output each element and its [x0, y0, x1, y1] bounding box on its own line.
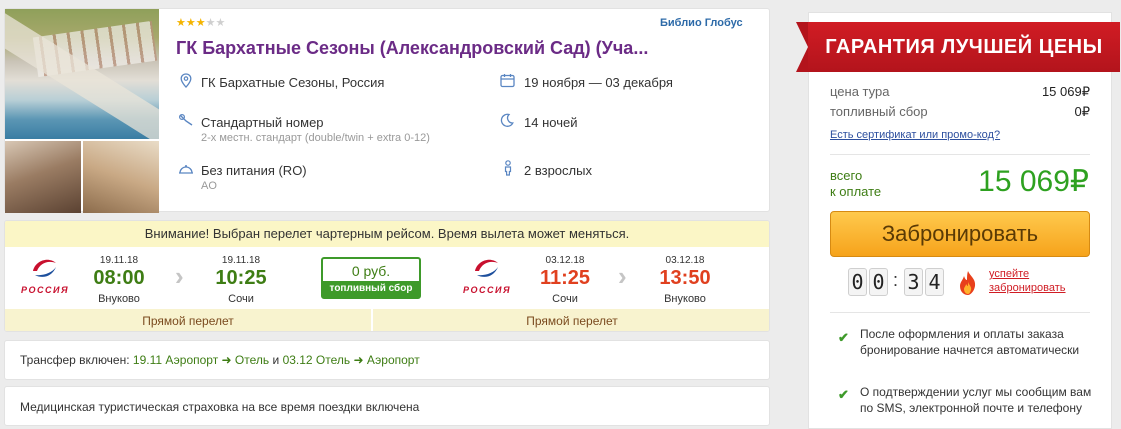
best-price-ribbon: ГАРАНТИЯ ЛУЧШЕЙ ЦЕНЫ	[796, 22, 1120, 72]
total-label-line2: к оплате	[830, 184, 882, 199]
room-type: Стандартный номер	[201, 115, 324, 130]
fuel-price-value: 0₽	[1074, 104, 1090, 119]
flight-card: Внимание! Выбран перелет чартерным рейсо…	[4, 220, 770, 332]
nights-count: 14 ночей	[524, 115, 578, 130]
guests-count: 2 взрослых	[524, 163, 592, 178]
fuel-fee-price: 0 руб.	[351, 263, 391, 279]
total-label: всего к оплате	[830, 168, 881, 200]
person-icon	[503, 160, 513, 179]
location-pin-icon	[180, 73, 192, 91]
fire-icon	[960, 271, 976, 295]
star-icon: ★	[195, 17, 206, 29]
return-dep-date: 03.12.18	[545, 255, 585, 266]
transfer-out: 19.11 Аэропорт ➜ Отель	[132, 353, 270, 367]
hotel-title[interactable]: ГК Бархатные Сезоны (Александровский Сад…	[176, 38, 648, 59]
tour-operator: Библио Глобус	[660, 17, 743, 29]
transfer-card: Трансфер включен: 19.11 Аэропорт ➜ Отель…	[4, 340, 770, 380]
hotel-room-photo-2[interactable]	[83, 141, 159, 213]
transfer-back: 03.12 Отель ➜ Аэропорт	[282, 353, 420, 367]
return-dep-place: Сочи	[552, 293, 578, 305]
airline-name: РОССИЯ	[20, 285, 70, 295]
fuel-fee-box: 0 руб. топливный сбор	[321, 257, 421, 299]
star-icon: ★	[185, 17, 196, 29]
hurry-line2: забронировать	[989, 282, 1066, 294]
fuel-price-label: топливный сбор	[830, 104, 928, 119]
tour-price-value: 15 069₽	[1041, 84, 1090, 99]
book-button[interactable]: Забронировать	[830, 211, 1090, 257]
tour-dates: 19 ноября — 03 декабря	[524, 75, 673, 90]
fuel-price-row: топливный сбор 0₽	[830, 104, 1090, 119]
outbound-route-type: Прямой перелет	[5, 309, 371, 331]
timer-digit: 3	[904, 268, 923, 296]
calendar-icon	[500, 73, 515, 91]
timer-colon: :	[893, 270, 899, 290]
outbound-dep-place: Внуково	[98, 293, 140, 305]
star-icon: ★	[205, 17, 216, 29]
room-info: Стандартный номер 2-х местн. стандарт (d…	[201, 115, 430, 144]
outbound-dep-date: 19.11.18	[99, 255, 139, 266]
return-arr-date: 03.12.18	[665, 255, 705, 266]
star-icon: ★	[176, 17, 186, 29]
meal-info: Без питания (RO) AO	[201, 163, 307, 192]
star-icon: ★	[215, 17, 226, 29]
transfer-and: и	[272, 353, 280, 367]
return-arr-place: Внуково	[664, 293, 706, 305]
bed-icon	[178, 113, 194, 130]
outbound-arr-place: Сочи	[228, 293, 254, 305]
fuel-fee-label: топливный сбор	[323, 281, 419, 297]
timer-digit: 4	[925, 268, 944, 296]
charter-notice: Внимание! Выбран перелет чартерным рейсо…	[5, 221, 769, 247]
meal-type: Без питания (RO)	[201, 163, 307, 178]
return-route-type: Прямой перелет	[373, 309, 769, 331]
hurry-link[interactable]: успейте забронировать	[989, 267, 1066, 295]
outbound-dep-time: 08:00	[93, 267, 145, 289]
airline-logo-icon	[33, 259, 56, 277]
check-icon: ✔	[838, 330, 849, 345]
divider	[830, 154, 1090, 155]
promo-code-link[interactable]: Есть сертификат или промо-код?	[830, 129, 1000, 141]
hurry-line1: успейте	[989, 268, 1030, 280]
return-dep-time: 11:25	[539, 267, 591, 289]
timer-digit: 0	[869, 268, 888, 296]
divider	[830, 312, 1090, 313]
hotel-location: ГК Бархатные Сезоны, Россия	[201, 75, 385, 90]
total-label-line1: всего	[830, 168, 863, 183]
meal-code: AO	[201, 180, 217, 192]
outbound-arr-time: 10:25	[215, 267, 267, 289]
airline-name: РОССИЯ	[462, 285, 512, 295]
moon-icon	[500, 113, 514, 131]
insurance-card: Медицинская туристическая страховка на в…	[4, 386, 770, 426]
room-detail: 2-х местн. стандарт (double/twin + extra…	[201, 132, 430, 144]
airline-logo-icon	[475, 259, 498, 277]
check-icon: ✔	[838, 387, 849, 402]
transfer-prefix: Трансфер включен:	[20, 353, 130, 367]
hotel-main-photo[interactable]	[5, 9, 159, 139]
meal-icon	[178, 162, 194, 178]
chevron-right-icon: ›	[618, 261, 627, 291]
hotel-room-photo-1[interactable]	[5, 141, 81, 213]
tour-price-label: цена тура	[830, 84, 890, 99]
total-price: 15 069₽	[978, 165, 1089, 198]
airline-logo: РОССИЯ	[455, 257, 519, 297]
info-bullet: После оформления и оплаты заказа брониро…	[860, 327, 1080, 357]
tour-price-row: цена тура 15 069₽	[830, 84, 1090, 99]
timer-digit: 0	[848, 268, 867, 296]
hotel-stars: ★★★★★	[176, 16, 225, 29]
airline-logo: РОССИЯ	[13, 257, 77, 297]
chevron-right-icon: ›	[175, 261, 184, 291]
outbound-arr-date: 19.11.18	[221, 255, 261, 266]
return-arr-time: 13:50	[659, 267, 711, 289]
info-bullet: О подтверждении услуг мы сообщим вам по …	[860, 385, 1092, 415]
